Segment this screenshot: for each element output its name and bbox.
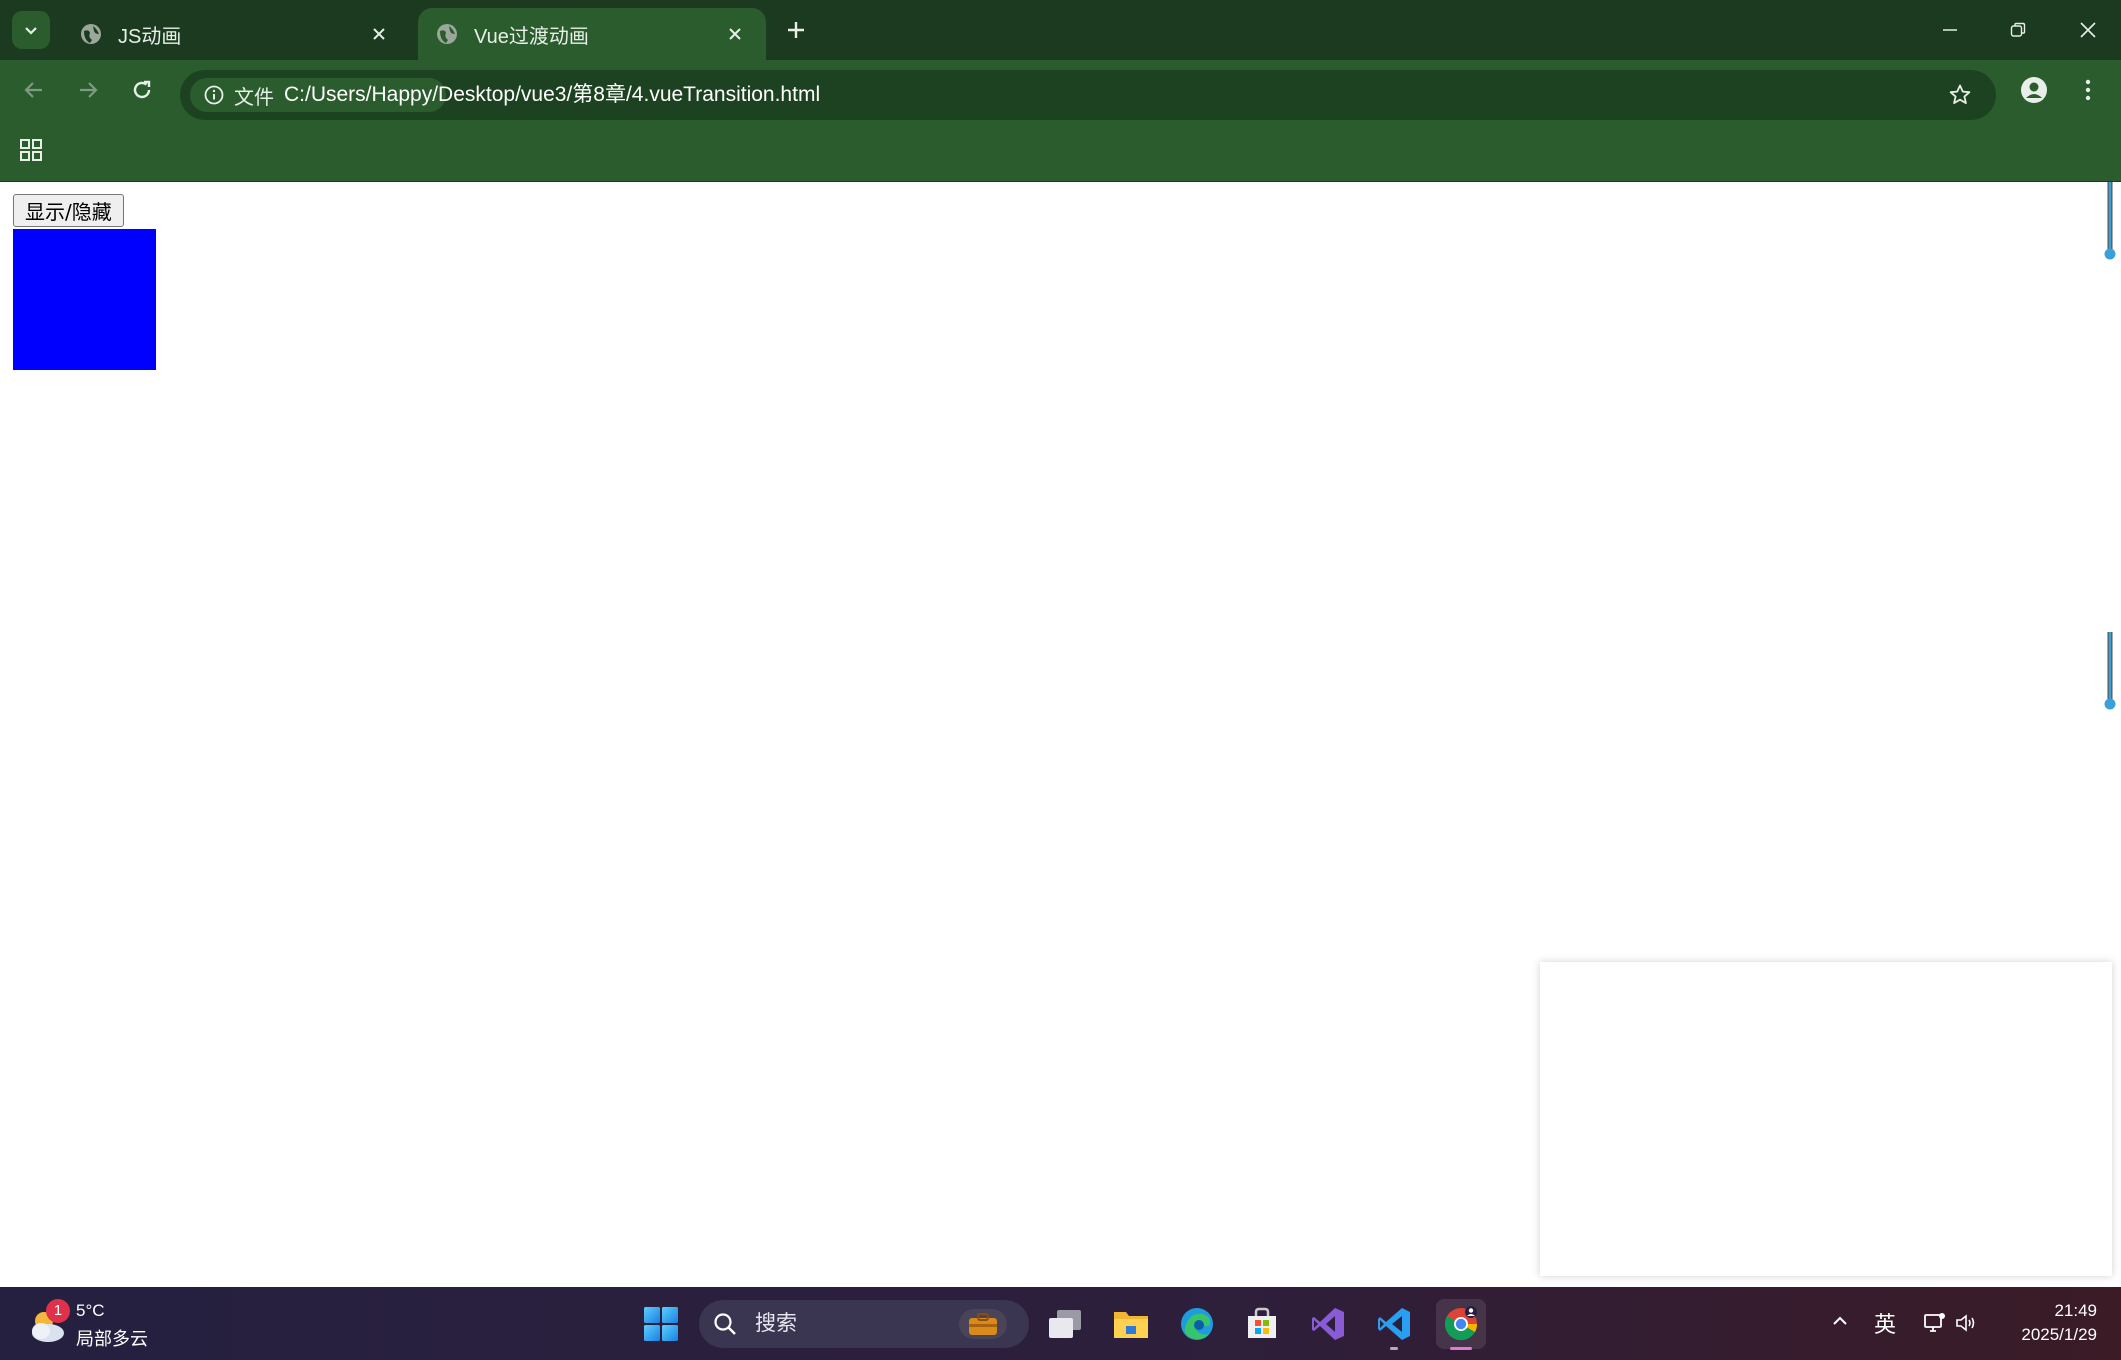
- scroll-indicator-icon: [2104, 182, 2116, 260]
- chevron-down-icon: [25, 27, 37, 35]
- plus-icon: [788, 22, 804, 38]
- clock-date: 2025/1/29: [2021, 1325, 2097, 1344]
- folder-icon: [1114, 1312, 1148, 1338]
- briefcase-icon: [959, 1309, 1007, 1339]
- star-icon: [1949, 84, 1971, 104]
- file-explorer-button[interactable]: [1106, 1299, 1156, 1349]
- weather-widget[interactable]: 1 5°C 局部多云: [26, 1299, 166, 1349]
- apps-grid-icon: [20, 139, 42, 161]
- url-text[interactable]: C:/Users/Happy/Desktop/vue3/第8章/4.vueTra…: [284, 70, 820, 120]
- microsoft-store-button[interactable]: [1237, 1299, 1287, 1349]
- more-vertical-icon: [2085, 79, 2091, 101]
- browser-toolbar: 文件 C:/Users/Happy/Desktop/vue3/第8章/4.vue…: [0, 60, 2121, 120]
- notification-badge: 1: [46, 1299, 70, 1323]
- task-view-icon: [1049, 1310, 1081, 1338]
- network-icon[interactable]: [1922, 1311, 1946, 1340]
- restore-icon: [2010, 22, 2026, 37]
- system-tray: 英: [1820, 1299, 1975, 1349]
- clock-time: 21:49: [2054, 1301, 2097, 1320]
- clock[interactable]: 21:49 2025/1/29: [2021, 1299, 2097, 1347]
- close-tab-icon[interactable]: [722, 21, 748, 47]
- bookmark-button[interactable]: [1946, 81, 1974, 109]
- transition-box: [13, 229, 156, 370]
- close-window-button[interactable]: [2068, 10, 2108, 50]
- scroll-indicator-icon: [2104, 632, 2116, 710]
- info-icon: [204, 85, 224, 105]
- start-button[interactable]: [636, 1299, 686, 1349]
- edge-browser-icon: [1181, 1308, 1213, 1340]
- tab-title: JS动画: [118, 25, 182, 48]
- search-icon: [714, 1313, 736, 1335]
- windows-logo-icon: [644, 1307, 678, 1341]
- minimize-button[interactable]: [1930, 10, 1970, 50]
- chrome-icon: [1444, 1306, 1478, 1341]
- tab-title: Vue过渡动画: [474, 25, 589, 48]
- store-icon: [1248, 1307, 1276, 1338]
- reload-icon: [133, 80, 151, 99]
- forward-button[interactable]: [70, 72, 106, 108]
- close-tab-icon[interactable]: [366, 21, 392, 47]
- security-label: 文件: [234, 86, 274, 109]
- address-bar[interactable]: 文件 C:/Users/Happy/Desktop/vue3/第8章/4.vue…: [180, 70, 1996, 120]
- visual-studio-icon: [1312, 1308, 1344, 1340]
- profile-button[interactable]: [2016, 72, 2052, 108]
- running-indicator: [1390, 1347, 1398, 1350]
- close-icon: [2080, 22, 2096, 38]
- bookmarks-bar: [0, 120, 2121, 182]
- back-button[interactable]: [16, 72, 52, 108]
- ime-indicator[interactable]: 英: [1874, 1307, 1896, 1339]
- tab-vue-transition[interactable]: Vue过渡动画: [418, 8, 766, 60]
- edge-button[interactable]: [1172, 1299, 1222, 1349]
- chrome-button[interactable]: [1436, 1299, 1486, 1350]
- vscode-button[interactable]: [1369, 1299, 1419, 1350]
- tab-search-button[interactable]: [12, 11, 50, 49]
- tab-js-animation[interactable]: JS动画: [62, 8, 410, 60]
- arrow-left-icon: [24, 82, 42, 98]
- avatar-icon: [2021, 77, 2047, 103]
- volume-icon[interactable]: [1954, 1311, 1978, 1340]
- search-placeholder: 搜索: [755, 1312, 797, 1335]
- chevron-up-icon: [1833, 1316, 1847, 1325]
- blank-popup-panel: [1540, 962, 2112, 1276]
- vscode-icon: [1378, 1308, 1410, 1340]
- globe-icon: [81, 24, 101, 44]
- browser-menu-button[interactable]: [2070, 72, 2106, 108]
- browser-titlebar: JS动画 Vue过渡动画: [0, 0, 2121, 60]
- minimize-icon: [1943, 29, 1957, 31]
- apps-button[interactable]: [16, 135, 46, 165]
- arrow-right-icon: [80, 82, 98, 98]
- windows-taskbar: 1 5°C 局部多云 搜索 英 21:49 2025/1/29: [0, 1287, 2121, 1360]
- toggle-visibility-button[interactable]: 显示/隐藏: [13, 194, 124, 227]
- weather-temperature: 5°C: [76, 1301, 105, 1320]
- new-tab-button[interactable]: [780, 14, 812, 46]
- restore-button[interactable]: [1998, 10, 2038, 50]
- weather-condition: 局部多云: [76, 1329, 148, 1349]
- globe-icon: [437, 24, 457, 44]
- taskbar-search[interactable]: 搜索: [699, 1300, 1029, 1348]
- task-view-button[interactable]: [1040, 1299, 1090, 1349]
- reload-button[interactable]: [124, 72, 160, 108]
- active-indicator: [1450, 1347, 1472, 1350]
- visual-studio-button[interactable]: [1303, 1299, 1353, 1349]
- show-hidden-icons-button[interactable]: [1830, 1311, 1850, 1336]
